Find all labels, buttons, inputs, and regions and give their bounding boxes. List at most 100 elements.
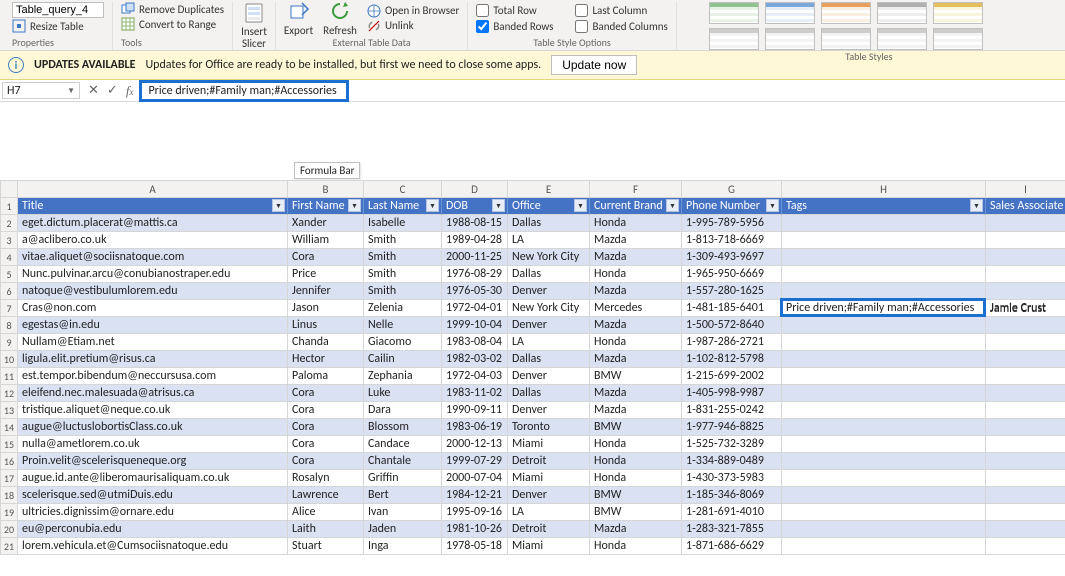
cell[interactable]: Proin.velit@scelerisqueneque.org xyxy=(18,453,288,470)
cell[interactable] xyxy=(782,453,986,470)
row-header[interactable]: 15 xyxy=(0,436,18,453)
enter-formula-button[interactable]: ✓ xyxy=(107,83,118,98)
cell[interactable] xyxy=(782,504,986,521)
cell[interactable] xyxy=(986,334,1065,351)
cell[interactable]: 1982-03-02 xyxy=(442,351,508,368)
row-header[interactable]: 3 xyxy=(0,232,18,249)
table-header-cell[interactable]: Sales Associate xyxy=(986,198,1065,215)
row-header[interactable]: 2 xyxy=(0,215,18,232)
cell[interactable]: 1988-08-15 xyxy=(442,215,508,232)
cell[interactable] xyxy=(986,385,1065,402)
table-style-swatch[interactable] xyxy=(821,28,871,50)
cell[interactable] xyxy=(782,368,986,385)
cell[interactable]: 1-281-691-4010 xyxy=(682,504,782,521)
filter-dropdown-button[interactable]: ▼ xyxy=(970,199,983,212)
cell[interactable] xyxy=(986,487,1065,504)
table-header-cell[interactable]: Phone Number▼ xyxy=(682,198,782,215)
filter-dropdown-button[interactable]: ▼ xyxy=(426,199,439,212)
cell[interactable]: BMW xyxy=(590,504,682,521)
cell[interactable]: Hector xyxy=(288,351,364,368)
cell[interactable] xyxy=(986,538,1065,555)
table-style-swatch[interactable] xyxy=(877,28,927,50)
cell[interactable] xyxy=(782,521,986,538)
cell[interactable]: 1-309-493-9697 xyxy=(682,249,782,266)
column-header[interactable]: C xyxy=(364,180,442,198)
row-header[interactable]: 5 xyxy=(0,266,18,283)
row-header[interactable]: 16 xyxy=(0,453,18,470)
table-style-swatch[interactable] xyxy=(709,28,759,50)
cell[interactable]: Zephania xyxy=(364,368,442,385)
row-header[interactable]: 7 xyxy=(0,300,18,317)
cell[interactable]: Dara xyxy=(364,402,442,419)
cell[interactable]: nulla@ametlorem.co.uk xyxy=(18,436,288,453)
cell[interactable]: 1-430-373-5983 xyxy=(682,470,782,487)
cell[interactable] xyxy=(782,232,986,249)
cell[interactable]: 1-813-718-6669 xyxy=(682,232,782,249)
cell[interactable] xyxy=(782,249,986,266)
cell[interactable] xyxy=(986,470,1065,487)
cell[interactable]: Honda xyxy=(590,266,682,283)
cell[interactable]: lorem.vehicula.et@Cumsociisnatoque.edu xyxy=(18,538,288,555)
cell[interactable]: Jamie Crust xyxy=(986,300,1065,317)
cell[interactable]: 1-965-950-6669 xyxy=(682,266,782,283)
column-header[interactable]: I xyxy=(986,180,1065,198)
table-header-cell[interactable]: Current Brand▼ xyxy=(590,198,682,215)
table-style-swatch[interactable] xyxy=(933,2,983,24)
cell[interactable] xyxy=(986,232,1065,249)
cell[interactable] xyxy=(986,436,1065,453)
cell[interactable]: Miami xyxy=(508,470,590,487)
cell[interactable]: Xander xyxy=(288,215,364,232)
row-header[interactable]: 8 xyxy=(0,317,18,334)
cell[interactable]: 1-185-346-8069 xyxy=(682,487,782,504)
insert-slicer-button[interactable]: InsertSlicer xyxy=(241,2,267,49)
cell[interactable]: scelerisque.sed@utmiDuis.edu xyxy=(18,487,288,504)
cell[interactable]: Honda xyxy=(590,538,682,555)
row-header[interactable]: 21 xyxy=(0,538,18,555)
cell[interactable]: Chanda xyxy=(288,334,364,351)
cell[interactable] xyxy=(986,283,1065,300)
cell[interactable]: 1-831-255-0242 xyxy=(682,402,782,419)
column-header[interactable]: E xyxy=(508,180,590,198)
table-header-cell[interactable]: Last Name▼ xyxy=(364,198,442,215)
cell[interactable] xyxy=(986,368,1065,385)
cell[interactable] xyxy=(782,402,986,419)
cell[interactable]: Detroit xyxy=(508,521,590,538)
cell[interactable] xyxy=(986,266,1065,283)
cell[interactable] xyxy=(986,419,1065,436)
cell[interactable]: Dallas xyxy=(508,266,590,283)
column-header[interactable]: H xyxy=(782,180,986,198)
cell[interactable]: New York City xyxy=(508,300,590,317)
cell[interactable]: Griffin xyxy=(364,470,442,487)
cell[interactable] xyxy=(986,215,1065,232)
cell[interactable]: Dallas xyxy=(508,385,590,402)
filter-dropdown-button[interactable]: ▼ xyxy=(272,199,285,212)
cell[interactable] xyxy=(986,521,1065,538)
cell[interactable] xyxy=(782,419,986,436)
cell[interactable]: BMW xyxy=(590,487,682,504)
cell[interactable]: 1989-04-28 xyxy=(442,232,508,249)
cell[interactable]: 1995-09-16 xyxy=(442,504,508,521)
cell[interactable] xyxy=(782,487,986,504)
cell[interactable]: ligula.elit.pretium@risus.ca xyxy=(18,351,288,368)
unlink-button[interactable]: Unlink xyxy=(367,19,459,33)
cell[interactable] xyxy=(782,538,986,555)
table-style-swatch[interactable] xyxy=(821,2,871,24)
cell[interactable]: Chantale xyxy=(364,453,442,470)
cell[interactable]: Cora xyxy=(288,385,364,402)
cell[interactable]: augue@luctuslobortisClass.co.uk xyxy=(18,419,288,436)
cell[interactable]: eu@perconubia.edu xyxy=(18,521,288,538)
cell[interactable]: Alice xyxy=(288,504,364,521)
table-style-swatch[interactable] xyxy=(765,2,815,24)
cell[interactable]: 1999-10-04 xyxy=(442,317,508,334)
cancel-formula-button[interactable]: ✕ xyxy=(88,83,99,98)
cell[interactable]: Mazda xyxy=(590,283,682,300)
cell[interactable]: Mazda xyxy=(590,521,682,538)
cell[interactable]: Paloma xyxy=(288,368,364,385)
cell[interactable]: 2000-11-25 xyxy=(442,249,508,266)
banded-rows-checkbox[interactable]: Banded Rows xyxy=(476,20,553,33)
cell[interactable]: Cora xyxy=(288,402,364,419)
row-header[interactable]: 10 xyxy=(0,351,18,368)
row-header[interactable]: 1 xyxy=(0,198,18,215)
row-header[interactable]: 12 xyxy=(0,385,18,402)
cell[interactable] xyxy=(782,385,986,402)
